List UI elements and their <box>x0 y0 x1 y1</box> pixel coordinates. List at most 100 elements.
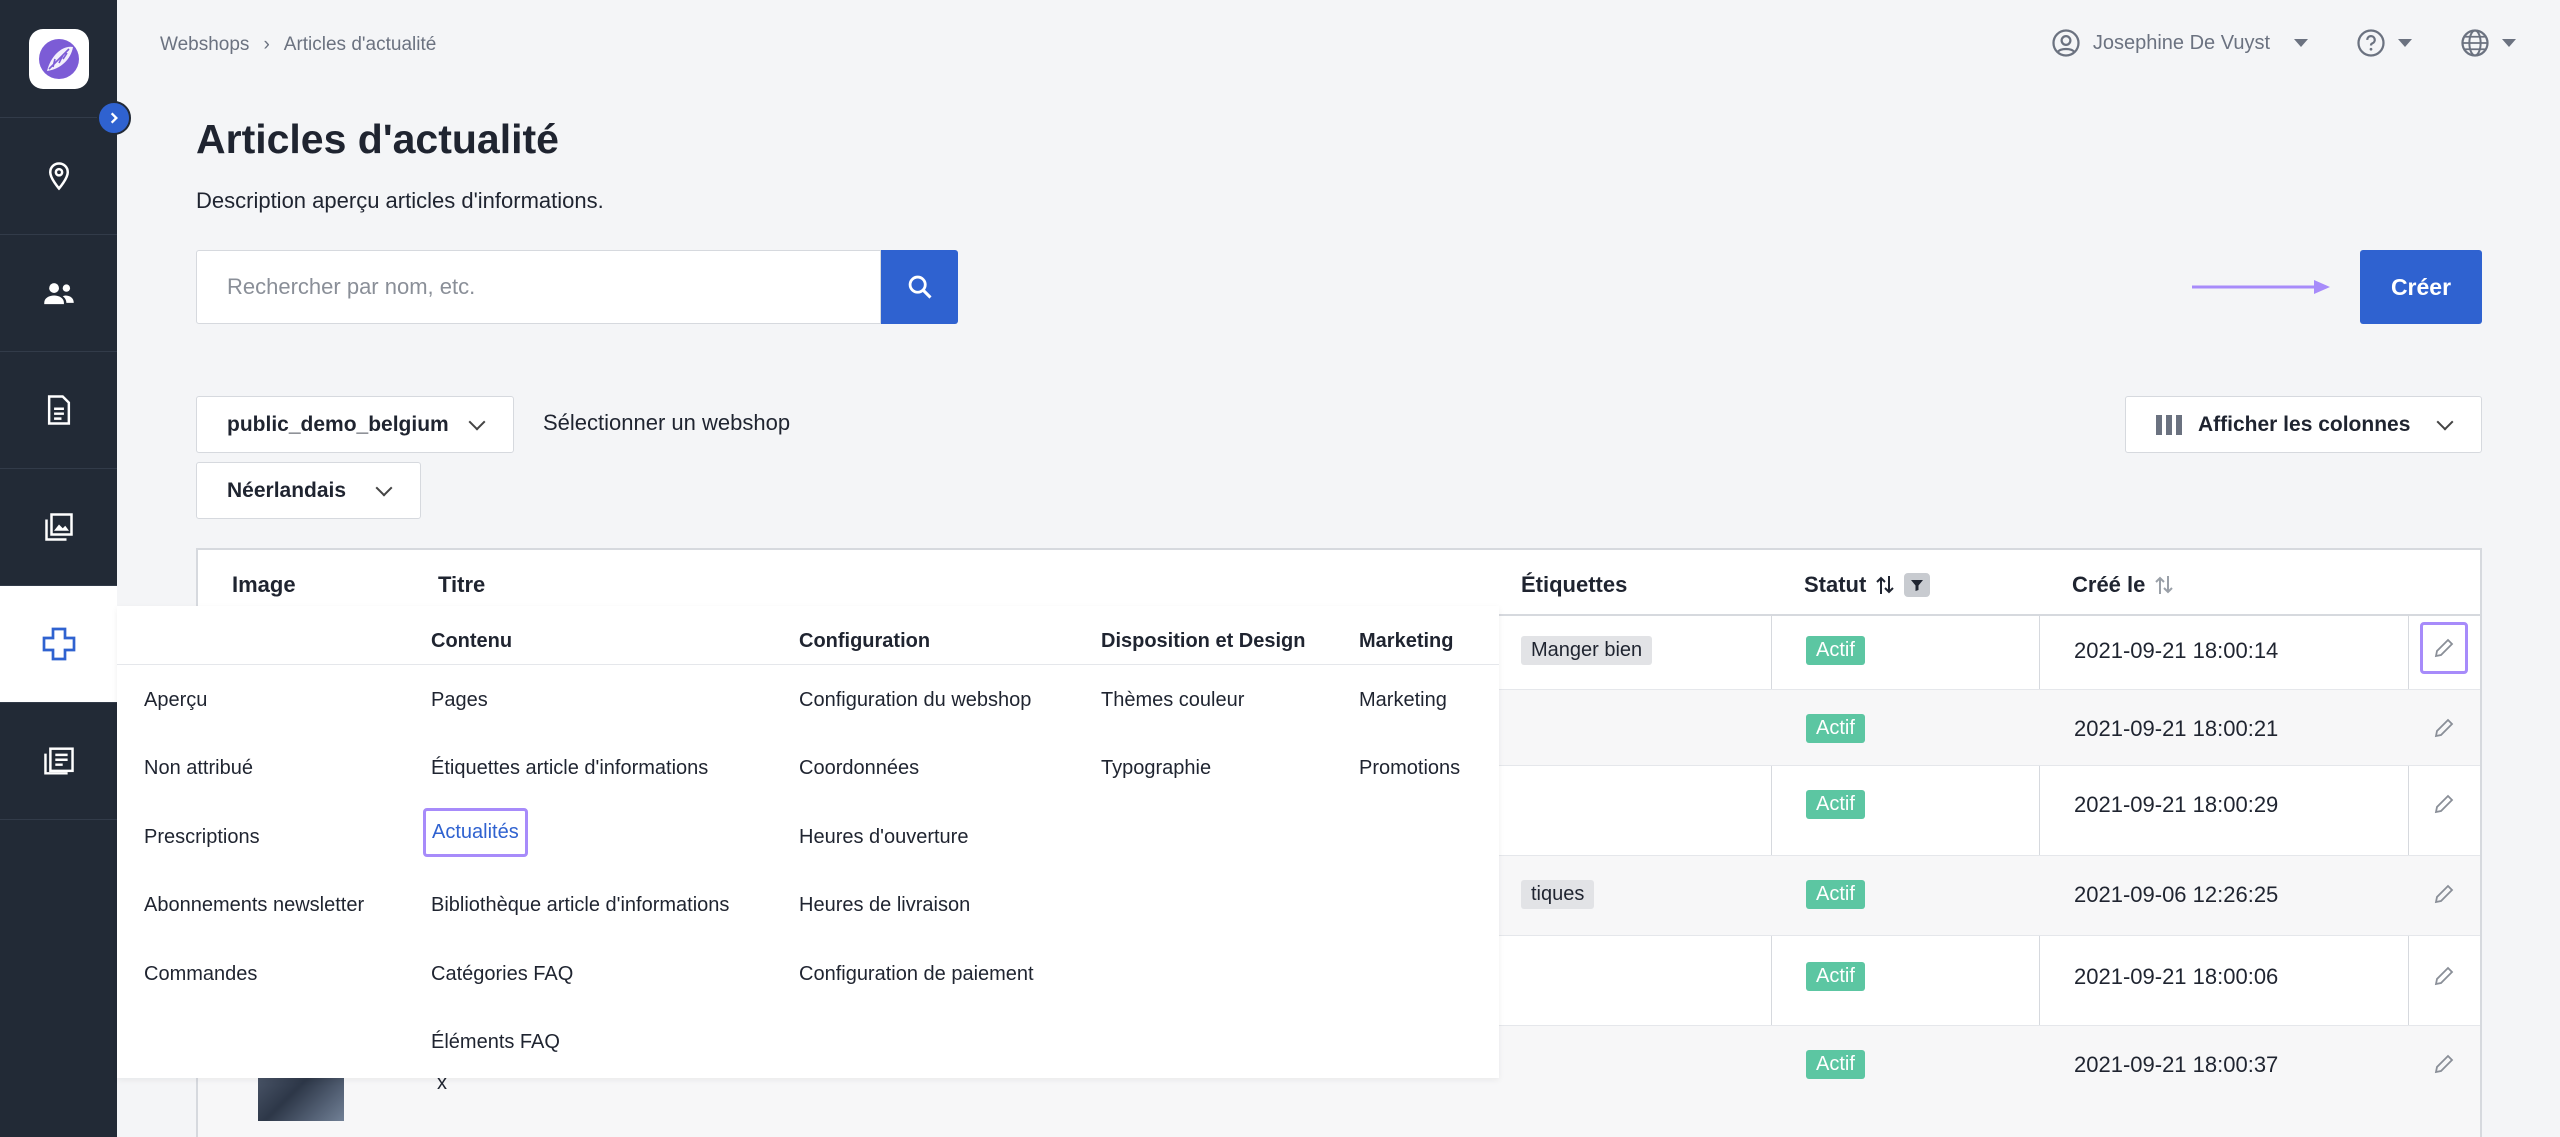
chevron-down-icon <box>2436 413 2454 430</box>
menu-item-etiquettes[interactable]: Étiquettes article d'informations <box>431 757 708 780</box>
chevron-down-icon <box>375 479 393 496</box>
status-badge: Actif <box>1806 714 1865 743</box>
created-date: 2021-09-21 18:00:06 <box>2074 964 2279 989</box>
nav-pharmacy[interactable] <box>0 586 117 703</box>
created-date: 2021-09-21 18:00:37 <box>2074 1052 2279 1077</box>
menu-heading-design: Disposition et Design <box>1101 630 1306 652</box>
help-menu[interactable] <box>2356 28 2412 58</box>
created-date: 2021-09-21 18:00:21 <box>2074 716 2279 741</box>
caret-down-icon <box>2398 39 2412 47</box>
menu-item-promotions[interactable]: Promotions <box>1359 757 1460 780</box>
status-badge: Actif <box>1806 636 1865 665</box>
nav-users[interactable] <box>0 235 117 352</box>
menu-item-commandes[interactable]: Commandes <box>144 963 257 986</box>
pencil-icon <box>2434 794 2454 814</box>
edit-button[interactable] <box>2420 622 2468 674</box>
users-icon <box>43 283 74 305</box>
header-created[interactable]: Créé le <box>2072 572 2174 598</box>
columns-button[interactable]: Afficher les colonnes <box>2125 396 2482 453</box>
menu-item-non-attribue[interactable]: Non attribué <box>144 757 253 780</box>
menu-item-faq-categories[interactable]: Catégories FAQ <box>431 963 573 986</box>
menu-item-prescriptions[interactable]: Prescriptions <box>144 826 260 849</box>
nav-media[interactable] <box>0 469 117 586</box>
help-icon <box>2357 29 2385 57</box>
search-input[interactable] <box>196 250 881 324</box>
newspaper-icon <box>43 747 74 775</box>
nav-location[interactable] <box>0 118 117 235</box>
created-date: 2021-09-21 18:00:29 <box>2074 792 2279 817</box>
cross-plus-icon <box>42 627 75 661</box>
document-icon <box>47 395 70 425</box>
app-logo[interactable] <box>28 28 89 89</box>
mega-menu: Contenu Configuration Disposition et Des… <box>117 606 1499 1078</box>
header-status-label: Statut <box>1804 572 1867 597</box>
caret-down-icon <box>2294 39 2308 47</box>
menu-item-typography[interactable]: Typographie <box>1101 757 1211 780</box>
menu-item-payment-config[interactable]: Configuration de paiement <box>799 963 1034 986</box>
search-icon <box>908 275 932 299</box>
sidebar-expand-button[interactable] <box>97 101 131 135</box>
columns-icon <box>2156 414 2182 435</box>
image-gallery-icon <box>44 513 73 541</box>
menu-divider <box>117 664 1499 665</box>
header-image: Image <box>232 572 296 597</box>
search-bar <box>196 250 958 324</box>
edit-button[interactable] <box>2420 778 2468 830</box>
edit-button[interactable] <box>2420 950 2468 1002</box>
menu-item-opening-hours[interactable]: Heures d'ouverture <box>799 826 968 849</box>
columns-button-label: Afficher les colonnes <box>2198 412 2411 436</box>
pencil-icon <box>2434 966 2454 986</box>
status-badge: Actif <box>1806 1050 1865 1079</box>
search-button[interactable] <box>881 250 958 324</box>
webshop-select[interactable]: public_demo_belgium <box>196 396 514 453</box>
user-circle-icon <box>2052 29 2080 57</box>
menu-item-delivery-hours[interactable]: Heures de livraison <box>799 894 970 917</box>
language-select[interactable]: Néerlandais <box>196 462 421 519</box>
header-tags: Étiquettes <box>1521 572 1628 597</box>
menu-heading-marketing: Marketing <box>1359 630 1454 652</box>
webshop-select-label: Sélectionner un webshop <box>543 410 791 435</box>
article-thumbnail <box>258 1075 344 1121</box>
menu-item-coordonnees[interactable]: Coordonnées <box>799 757 919 780</box>
user-menu[interactable]: Josephine De Vuyst <box>2051 28 2308 58</box>
language-menu[interactable] <box>2460 28 2516 58</box>
breadcrumb-current: Articles d'actualité <box>283 34 437 55</box>
breadcrumb-webshops[interactable]: Webshops <box>160 34 249 56</box>
header-title[interactable]: Titre <box>438 572 485 598</box>
pencil-icon <box>2434 638 2454 658</box>
sort-icon[interactable] <box>1876 574 1895 596</box>
language-select-value: Néerlandais <box>227 478 347 502</box>
nav-news[interactable] <box>0 703 117 820</box>
edit-button[interactable] <box>2420 702 2468 754</box>
tag-badge: tiques <box>1521 880 1595 909</box>
menu-item-apercu[interactable]: Aperçu <box>144 689 207 712</box>
menu-item-faq-elements[interactable]: Éléments FAQ <box>431 1031 560 1054</box>
pencil-icon <box>2434 1054 2454 1074</box>
menu-item-actualites[interactable]: Actualités <box>423 808 528 857</box>
nav-documents[interactable] <box>0 352 117 469</box>
tag-badge: Manger bien <box>1521 636 1653 665</box>
header-status[interactable]: Statut <box>1804 572 1931 598</box>
location-pin-icon <box>48 162 69 191</box>
status-badge: Actif <box>1806 790 1865 819</box>
webshop-select-value: public_demo_belgium <box>227 412 449 436</box>
menu-item-newsletter[interactable]: Abonnements newsletter <box>144 894 364 917</box>
edit-button[interactable] <box>2420 1038 2468 1090</box>
logo-container <box>0 0 117 118</box>
menu-item-color-themes[interactable]: Thèmes couleur <box>1101 689 1244 712</box>
top-right-menu: Josephine De Vuyst <box>2051 28 2516 58</box>
edit-button[interactable] <box>2420 868 2468 920</box>
created-date: 2021-09-06 12:26:25 <box>2074 882 2279 907</box>
menu-item-marketing[interactable]: Marketing <box>1359 689 1447 712</box>
sort-icon[interactable] <box>2155 574 2174 596</box>
page-title: Articles d'actualité <box>196 116 559 162</box>
menu-item-bibliotheque[interactable]: Bibliothèque article d'informations <box>431 894 729 917</box>
filter-icon[interactable] <box>1904 573 1931 597</box>
pencil-icon <box>2434 884 2454 904</box>
menu-heading-configuration: Configuration <box>799 630 931 652</box>
menu-item-webshop-config[interactable]: Configuration du webshop <box>799 689 1031 712</box>
create-button[interactable]: Créer <box>2360 250 2482 324</box>
menu-item-pages[interactable]: Pages <box>431 689 488 712</box>
chevron-down-icon <box>468 413 486 430</box>
user-name: Josephine De Vuyst <box>2092 31 2270 54</box>
